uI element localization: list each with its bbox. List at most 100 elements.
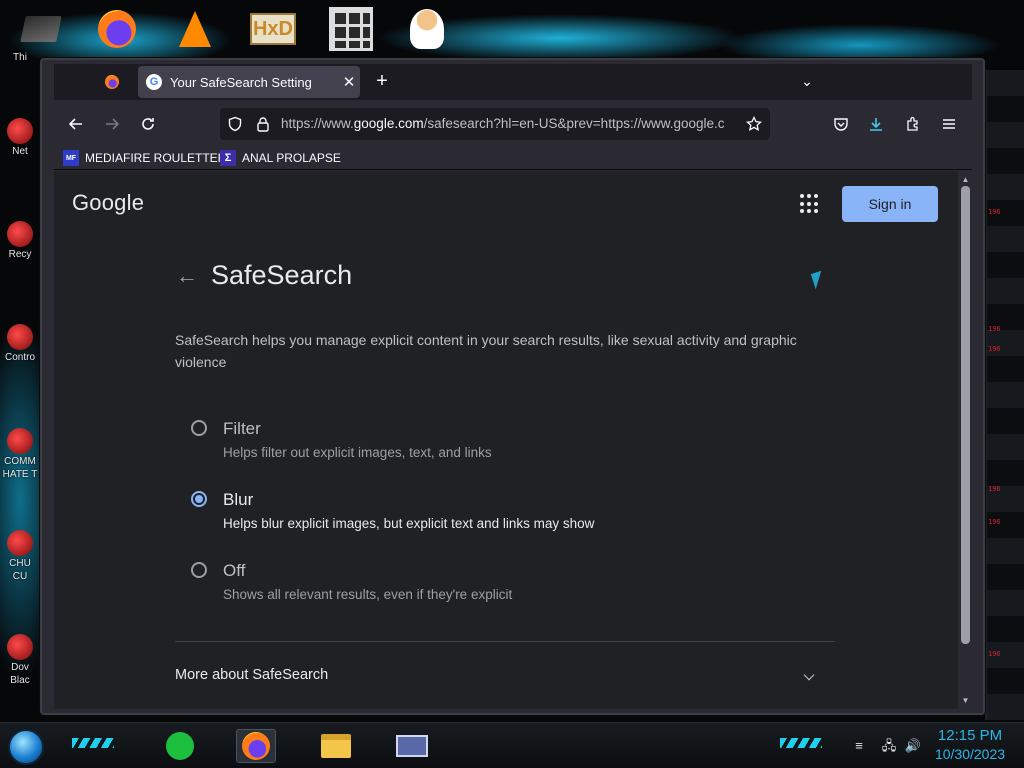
downloads-icon[interactable] [867, 115, 885, 133]
tab-title: Your SafeSearch Setting [170, 74, 312, 90]
bookmark-anal-prolapse[interactable]: Σ ANAL PROLAPSE [220, 148, 341, 168]
desktop-icon-control-panel[interactable]: Contro [0, 324, 40, 363]
firefox-icon [105, 75, 119, 89]
bookmark-star-icon[interactable] [745, 115, 763, 133]
option-sub-blur: Helps blur explicit images, but explicit… [223, 516, 595, 531]
google-logo[interactable]: Google [72, 190, 144, 216]
taskbar-decoration [72, 738, 114, 748]
desktop-hxd-icon[interactable]: HxD [250, 6, 296, 52]
scrollbar-thumb[interactable] [961, 186, 970, 644]
desktop-icon-this-pc[interactable]: Thi [0, 50, 40, 63]
hud-mark: 196 [988, 325, 1001, 333]
taskbar-control-panel[interactable] [392, 729, 432, 763]
pocket-icon[interactable] [832, 115, 850, 133]
taskbar [0, 722, 1024, 768]
desktop-icon-label: Recy [8, 249, 32, 260]
control-panel-icon [7, 324, 33, 350]
scroll-down-icon[interactable]: ▼ [960, 695, 971, 706]
extensions-puzzle-icon[interactable] [904, 115, 922, 133]
desktop-icon-label: COMM [4, 456, 36, 467]
desktop-doctor-icon[interactable] [404, 6, 450, 52]
money-bag-icon [7, 428, 33, 454]
bookmark-mediafire-rouletter[interactable]: MF MEDIAFIRE ROULETTER [63, 148, 226, 168]
laptop-icon [20, 16, 62, 42]
clock-time[interactable]: 12:15 PM [928, 727, 1012, 744]
desktop-firefox-icon[interactable] [94, 6, 140, 52]
clock-date[interactable]: 10/30/2023 [928, 746, 1012, 762]
more-about-safesearch-expander[interactable]: More about SafeSearch [175, 660, 820, 692]
url-rest: /safesearch?hl=en-US&prev=https://www.go… [423, 116, 725, 131]
new-tab-button[interactable]: + [370, 70, 394, 94]
maze-icon [329, 7, 373, 51]
sigma-icon: Σ [220, 150, 236, 166]
start-button[interactable] [8, 729, 44, 765]
back-arrow-icon[interactable]: ← [176, 264, 200, 288]
desktop-icon-recycle-bin[interactable]: Recy [0, 221, 40, 260]
scroll-up-icon[interactable]: ▲ [960, 174, 971, 185]
taskbar-file-explorer[interactable] [316, 729, 356, 763]
desktop-icon-chu[interactable]: CHU CU [0, 530, 40, 582]
desktop-icon-label: Dov [11, 662, 29, 673]
download-icon [7, 634, 33, 660]
taskbar-firefox[interactable] [236, 729, 276, 763]
menu-hamburger-icon[interactable] [940, 115, 958, 133]
back-button[interactable] [63, 111, 89, 137]
url-text[interactable]: https://www.google.com/safesearch?hl=en-… [281, 116, 733, 134]
mediafire-icon: MF [63, 150, 79, 166]
desktop-icon-network[interactable]: Net [0, 118, 40, 157]
network-tray-icon[interactable]: 🖧 [880, 738, 898, 754]
desktop-icon-label: Blac [10, 675, 30, 686]
taskbar-sticky-notes[interactable] [160, 729, 200, 763]
url-host: google.com [353, 116, 424, 131]
forward-arrow-icon [106, 118, 120, 130]
blur-radio[interactable] [191, 491, 207, 507]
tray-chevron-icon[interactable]: ≡ [850, 738, 868, 754]
control-panel-icon [396, 735, 428, 757]
off-radio[interactable] [191, 562, 207, 578]
back-arrow-icon [68, 118, 82, 130]
chevron-down-icon [803, 669, 815, 681]
page-title: SafeSearch [211, 260, 353, 290]
list-tabs-chevron-icon[interactable]: ⌄ [796, 70, 818, 92]
taskbar-decoration [780, 738, 822, 748]
desktop-icon-label: CU [12, 571, 28, 582]
desktop-vlc-icon[interactable] [172, 6, 218, 52]
volume-icon[interactable]: 🔊 [904, 738, 922, 754]
desktop-thin-icon[interactable] [18, 6, 64, 52]
desktop-icon-download[interactable]: Dov Blac [0, 634, 40, 686]
tracking-shield-icon[interactable] [226, 115, 244, 133]
option-label-off[interactable]: Off [223, 561, 245, 581]
google-apps-icon[interactable] [800, 194, 820, 214]
vlc-icon [179, 11, 211, 47]
firefox-icon [98, 10, 136, 48]
folder-icon [321, 734, 351, 758]
hxd-icon: HxD [250, 13, 296, 45]
desktop-icon-label: HATE T [2, 469, 38, 480]
recycle-bin-icon [7, 221, 33, 247]
lock-icon[interactable] [254, 115, 272, 133]
close-tab-icon[interactable]: ✕ [338, 73, 360, 91]
firefox-view-button[interactable] [102, 72, 122, 92]
sign-in-button[interactable]: Sign in [842, 186, 938, 222]
hud-mark: 196 [988, 650, 1001, 658]
option-sub-filter: Helps filter out explicit images, text, … [223, 445, 492, 460]
firefox-icon [242, 732, 270, 760]
section-divider [175, 641, 835, 642]
desktop-icon-label: Contro [4, 352, 35, 363]
reload-icon [142, 118, 154, 130]
bookmark-label: MEDIAFIRE ROULETTER [85, 151, 227, 165]
option-label-blur[interactable]: Blur [223, 490, 253, 510]
filter-radio[interactable] [191, 420, 207, 436]
option-label-filter[interactable]: Filter [223, 419, 261, 439]
page-content [54, 171, 958, 709]
hud-side-panel [985, 70, 1024, 720]
desktop-icon-comm[interactable]: COMM HATE T [0, 428, 40, 480]
reload-button[interactable] [135, 111, 161, 137]
hud-mark: 196 [988, 518, 1001, 526]
tab-safesearch[interactable]: G Your SafeSearch Setting ✕ [138, 66, 360, 98]
forward-button[interactable] [99, 111, 125, 137]
bookmark-label: ANAL PROLAPSE [242, 151, 341, 165]
hud-mark: 196 [988, 208, 1001, 216]
desktop-maze-icon[interactable] [328, 6, 374, 52]
network-icon [7, 118, 33, 144]
